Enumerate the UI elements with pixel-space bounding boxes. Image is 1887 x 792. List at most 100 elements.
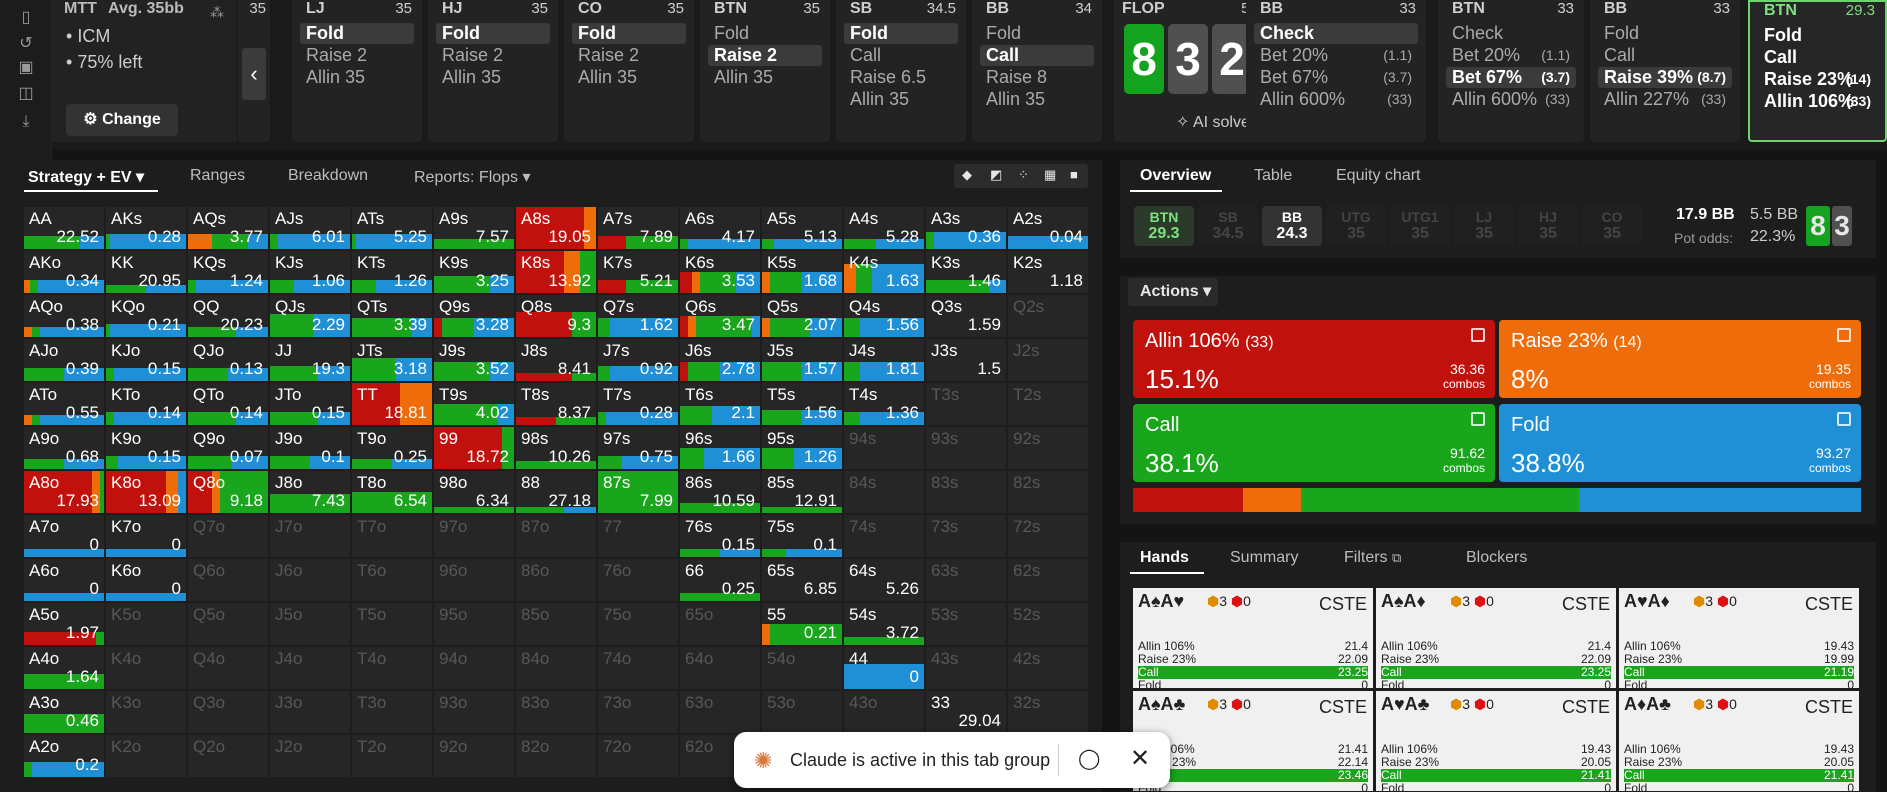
hand-cell[interactable]: A2o 0.2 <box>24 735 104 777</box>
share-icon[interactable]: ⁂ <box>210 4 224 21</box>
action-option[interactable]: Call <box>844 45 958 66</box>
hand-cell[interactable]: 87s 7.99 <box>598 471 678 513</box>
action-option[interactable]: Raise 2 <box>708 45 822 66</box>
hand-cell[interactable]: K4o <box>106 647 186 689</box>
action-option[interactable]: Raise 2 <box>300 45 414 66</box>
hand-cell[interactable]: Q8s 9.3 <box>516 295 596 337</box>
hand-cell[interactable]: 98s 10.26 <box>516 427 596 469</box>
hand-cell[interactable]: Q9o 0.07 <box>188 427 268 469</box>
hand-cell[interactable]: KQo 0.21 <box>106 295 186 337</box>
hand-cell[interactable]: 97o <box>434 515 514 557</box>
cube-icon[interactable]: ◆ <box>962 167 972 183</box>
hand-cell[interactable]: K5s 1.68 <box>762 251 842 293</box>
hand-cell[interactable]: Q7o <box>188 515 268 557</box>
player-seat[interactable]: LJ 35 <box>1454 206 1514 246</box>
action-option[interactable]: Allin 35 <box>436 67 550 88</box>
hand-cell[interactable]: JTo 0.15 <box>270 383 350 425</box>
hand-cell[interactable]: Q8o 9.18 <box>188 471 268 513</box>
hand-cell[interactable]: 76o <box>598 559 678 601</box>
hand-card[interactable]: A♥A♣ ⬢3 ⬢0 CSTE Allin 106% 19.43 Raise 23% 20.… <box>1376 691 1616 791</box>
hand-cell[interactable]: T6o <box>352 559 432 601</box>
hand-cell[interactable]: KK 20.95 <box>106 251 186 293</box>
hand-cell[interactable]: 65o <box>680 603 760 645</box>
hand-cell[interactable]: 64s 5.26 <box>844 559 924 601</box>
hand-cell[interactable]: A9o 0.68 <box>24 427 104 469</box>
hand-cell[interactable]: 83o <box>516 691 596 733</box>
change-button[interactable]: ⚙ Change <box>66 104 178 136</box>
hand-cell[interactable]: 85s 12.91 <box>762 471 842 513</box>
hand-cell[interactable]: A5o 1.97 <box>24 603 104 645</box>
import-icon[interactable]: ⤓ <box>16 112 36 132</box>
hand-cell[interactable]: J3s 1.5 <box>926 339 1006 381</box>
action-option[interactable]: Allin 35 <box>844 89 958 110</box>
hand-cell[interactable]: 85o <box>516 603 596 645</box>
hand-cell[interactable]: J4o <box>270 647 350 689</box>
grid-icon[interactable]: ▦ <box>1044 167 1056 183</box>
hand-cell[interactable]: J8o 7.43 <box>270 471 350 513</box>
hand-cell[interactable]: A7o 0 <box>24 515 104 557</box>
hand-cell[interactable]: Q7s 1.62 <box>598 295 678 337</box>
details-icon[interactable] <box>1471 328 1485 342</box>
hand-cell[interactable]: AKo 0.34 <box>24 251 104 293</box>
hand-cell[interactable]: KJs 1.06 <box>270 251 350 293</box>
action-option[interactable]: Check <box>1254 23 1418 44</box>
hand-cell[interactable]: T9s 4.02 <box>434 383 514 425</box>
hand-cell[interactable]: A8o 17.93 <box>24 471 104 513</box>
action-option[interactable]: Bet 20% (1.1) <box>1446 45 1576 66</box>
hand-cell[interactable]: Q6s 3.47 <box>680 295 760 337</box>
hand-cell[interactable]: 94o <box>434 647 514 689</box>
split-view-icon[interactable]: ◩ <box>990 167 1002 183</box>
tab-blockers[interactable]: Blockers <box>1466 549 1527 567</box>
hand-cell[interactable]: J8s 8.41 <box>516 339 596 381</box>
hand-cell[interactable]: K9s 3.25 <box>434 251 514 293</box>
hand-cell[interactable]: 83s <box>926 471 1006 513</box>
player-seat[interactable]: UTG1 35 <box>1390 206 1450 246</box>
hand-cell[interactable]: A6o 0 <box>24 559 104 601</box>
hand-cell[interactable]: 75o <box>598 603 678 645</box>
tab-overview[interactable]: Overview <box>1140 167 1211 185</box>
hand-cell[interactable]: 53s <box>926 603 1006 645</box>
hand-cell[interactable]: J5s 1.57 <box>762 339 842 381</box>
hand-cell[interactable]: T5o <box>352 603 432 645</box>
hand-cell[interactable]: K2s 1.18 <box>1008 251 1088 293</box>
hand-cell[interactable]: 87o <box>516 515 596 557</box>
hand-cell[interactable]: K6o 0 <box>106 559 186 601</box>
action-option[interactable]: Fold <box>708 23 822 44</box>
hand-cell[interactable]: 73s <box>926 515 1006 557</box>
tab-table[interactable]: Table <box>1254 167 1292 185</box>
hand-cell[interactable]: T4o <box>352 647 432 689</box>
hand-cell[interactable]: A6s 4.17 <box>680 207 760 249</box>
hand-cell[interactable]: T7o <box>352 515 432 557</box>
details-icon[interactable] <box>1837 412 1851 426</box>
hand-cell[interactable]: AKs 0.28 <box>106 207 186 249</box>
action-option[interactable]: Allin 35 <box>708 67 822 88</box>
hand-cell[interactable]: 77 <box>598 515 678 557</box>
action-option[interactable]: Allin 35 <box>300 67 414 88</box>
hand-cell[interactable]: K8o 13.09 <box>106 471 186 513</box>
hand-cell[interactable]: J6o <box>270 559 350 601</box>
hand-cell[interactable]: 74s <box>844 515 924 557</box>
hand-cell[interactable]: 95s 1.26 <box>762 427 842 469</box>
hand-cell[interactable]: T2o <box>352 735 432 777</box>
gamepad-icon[interactable]: ◫ <box>16 84 36 104</box>
hand-cell[interactable]: Q4s 1.56 <box>844 295 924 337</box>
hand-cell[interactable]: AJo 0.39 <box>24 339 104 381</box>
action-option[interactable]: Fold <box>572 23 686 44</box>
hand-cell[interactable]: 92s <box>1008 427 1088 469</box>
action-option[interactable]: Bet 67% (3.7) <box>1446 67 1576 88</box>
hand-cell[interactable]: 42s <box>1008 647 1088 689</box>
action-option[interactable]: Allin 600% (33) <box>1254 89 1418 110</box>
action-option[interactable]: Raise 6.5 <box>844 67 958 88</box>
hand-cell[interactable]: T9o 0.25 <box>352 427 432 469</box>
hand-cell[interactable]: K6s 3.53 <box>680 251 760 293</box>
player-seat[interactable]: UTG 35 <box>1326 206 1386 246</box>
player-seat[interactable]: CO 35 <box>1582 206 1642 246</box>
hand-cell[interactable]: J9o 0.1 <box>270 427 350 469</box>
hand-cell[interactable]: 86s 10.59 <box>680 471 760 513</box>
hand-cell[interactable]: 65s 6.85 <box>762 559 842 601</box>
hand-cell[interactable]: J9s 3.52 <box>434 339 514 381</box>
hand-cell[interactable]: 62s <box>1008 559 1088 601</box>
hand-cell[interactable]: KTo 0.14 <box>106 383 186 425</box>
hand-cell[interactable]: KQs 1.24 <box>188 251 268 293</box>
hand-cell[interactable]: AA 22.52 <box>24 207 104 249</box>
